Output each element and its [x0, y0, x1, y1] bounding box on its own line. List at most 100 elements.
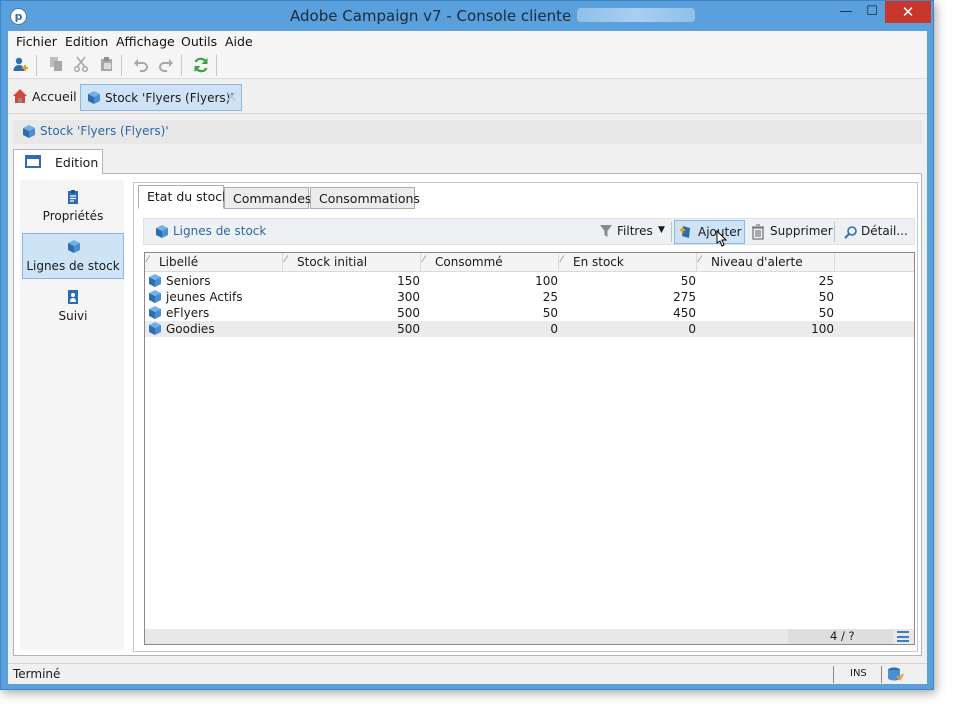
trash-icon: [751, 224, 765, 243]
cell-niveau-alerte: 50: [818, 306, 834, 320]
home-icon: [12, 88, 28, 104]
chevron-down-icon: ▼: [658, 225, 665, 235]
tab-etat-du-stock[interactable]: Etat du stock: [138, 185, 229, 209]
cell-libelle: Seniors: [166, 274, 211, 288]
stock-cube-icon: [147, 273, 163, 289]
cell-consomme: 50: [542, 306, 558, 320]
redacted-server-name: [577, 8, 696, 22]
cell-libelle: eFlyers: [166, 306, 210, 320]
cell-niveau-alerte: 50: [818, 290, 834, 304]
breadcrumb: Stock 'Flyers (Flyers)': [13, 120, 922, 144]
cell-niveau-alerte: 25: [818, 274, 834, 288]
tab-home-label: Accueil: [32, 89, 77, 104]
close-button[interactable]: ✕: [885, 1, 931, 23]
filters-button[interactable]: Filtres ▼: [596, 220, 668, 244]
cell-consomme: 0: [550, 322, 558, 336]
nav-item-lignes-de-stock[interactable]: Lignes de stock: [22, 233, 124, 279]
cell-consomme: 25: [542, 290, 558, 304]
tab-consommations[interactable]: Consommations: [310, 187, 420, 209]
status-separator: [833, 666, 834, 683]
copy-icon[interactable]: [46, 56, 66, 75]
maximize-button[interactable]: ☐: [859, 1, 885, 23]
minimize-button[interactable]: —: [833, 1, 859, 23]
close-tab-icon[interactable]: ✕: [225, 88, 238, 106]
table-row[interactable]: Seniors 150 100 50 25: [145, 273, 914, 289]
column-header-stock-initial[interactable]: ⁄ Stock initial: [283, 253, 421, 272]
sort-icon: ⁄: [699, 255, 701, 265]
cell-en-stock: 50: [680, 274, 696, 288]
column-header-niveau-alerte[interactable]: ⁄ Niveau d'alerte: [697, 253, 835, 272]
cubes-icon: [66, 239, 82, 255]
nav-item-proprietes[interactable]: Propriétés: [22, 184, 124, 230]
detail-button[interactable]: Détail...: [842, 220, 910, 244]
cell-stock-initial: 300: [397, 290, 420, 304]
breadcrumb-link[interactable]: Stock 'Flyers (Flyers)': [40, 124, 169, 138]
tab-stock-flyers[interactable]: Stock 'Flyers (Flyers)' ✕: [80, 84, 242, 111]
cell-libelle: jeunes Actifs: [166, 290, 243, 304]
column-header-libelle[interactable]: ⁄ Libellé: [145, 253, 283, 272]
menu-aide[interactable]: Aide: [225, 34, 253, 49]
app-logo-icon: p: [10, 8, 27, 25]
sort-icon: ⁄: [423, 255, 425, 265]
window-form-icon: [25, 155, 41, 168]
menu-bar: Fichier Edition Affichage Outils Aide: [8, 31, 927, 52]
paste-icon[interactable]: [97, 56, 117, 75]
cell-niveau-alerte: 100: [811, 322, 834, 336]
list-menu-icon[interactable]: [897, 631, 909, 642]
toolbar-separator: [121, 55, 122, 76]
toolbar-separator: [216, 55, 217, 76]
tab-edition[interactable]: Edition: [13, 149, 103, 174]
table-row[interactable]: eFlyers 500 50 450 50: [145, 305, 914, 321]
stock-cube-icon: [154, 224, 170, 240]
cell-en-stock: 450: [673, 306, 696, 320]
add-user-icon[interactable]: [11, 56, 31, 75]
undo-icon[interactable]: [131, 56, 151, 75]
column-header-label: Stock initial: [297, 255, 368, 269]
column-header-en-stock[interactable]: ⁄ En stock: [559, 253, 697, 272]
clipboard-icon: [65, 189, 81, 205]
nav-item-label: Propriétés: [42, 209, 104, 223]
document-tabstrip: Accueil Stock 'Flyers (Flyers)' ✕: [8, 80, 927, 114]
grid-footer: 4 / ?: [145, 629, 914, 644]
column-header-label: Consommé: [435, 255, 503, 269]
cut-icon[interactable]: [71, 56, 91, 75]
stock-lines-grid: ⁄ Libellé ⁄ Stock initial ⁄ Consommé ⁄ E…: [144, 252, 915, 645]
grid-header: ⁄ Libellé ⁄ Stock initial ⁄ Consommé ⁄ E…: [145, 253, 914, 272]
main-toolbar: [8, 52, 927, 79]
table-row[interactable]: Goodies 500 0 0 100: [145, 321, 914, 337]
record-count: 4 / ?: [788, 629, 893, 644]
nav-item-label: Suivi: [58, 309, 88, 323]
sort-icon: ⁄: [147, 255, 149, 265]
window-title-text: Adobe Campaign v7 - Console cliente: [290, 7, 572, 25]
cell-en-stock: 0: [688, 322, 696, 336]
menu-outils[interactable]: Outils: [181, 34, 217, 49]
column-header-consomme[interactable]: ⁄ Consommé: [421, 253, 559, 272]
toolbar-separator: [36, 55, 37, 76]
nav-item-suivi[interactable]: Suivi: [22, 284, 124, 330]
stock-cube-icon: [147, 321, 163, 337]
cell-consomme: 100: [535, 274, 558, 288]
table-row[interactable]: jeunes Actifs 300 25 275 50: [145, 289, 914, 305]
status-separator: [881, 666, 882, 683]
cell-libelle: Goodies: [166, 322, 215, 336]
add-item-icon: [678, 224, 694, 243]
title-bar[interactable]: p Adobe Campaign v7 - Console cliente — …: [1, 1, 933, 31]
status-bar: Terminé INS: [8, 663, 927, 684]
add-button[interactable]: Ajouter: [674, 220, 745, 244]
delete-button[interactable]: Supprimer: [749, 220, 833, 244]
tab-commandes[interactable]: Commandes: [224, 187, 311, 209]
redo-icon[interactable]: [156, 56, 176, 75]
insert-mode-indicator: INS: [850, 668, 867, 679]
stock-cube-icon: [147, 305, 163, 321]
menu-fichier[interactable]: Fichier: [16, 34, 57, 49]
column-header-label: Niveau d'alerte: [711, 255, 803, 269]
stock-content: Etat du stock Commandes Consommations Li…: [133, 182, 918, 652]
menu-affichage[interactable]: Affichage: [116, 34, 175, 49]
menu-edition[interactable]: Edition: [65, 34, 108, 49]
tab-stock-flyers-label: Stock 'Flyers (Flyers)': [105, 91, 234, 105]
side-navigation: Propriétés Lignes de stock Suivi: [20, 180, 124, 650]
tracking-icon: [65, 289, 81, 305]
toolbar-separator: [834, 222, 835, 242]
refresh-icon[interactable]: [191, 56, 211, 75]
funnel-icon: [599, 224, 613, 241]
